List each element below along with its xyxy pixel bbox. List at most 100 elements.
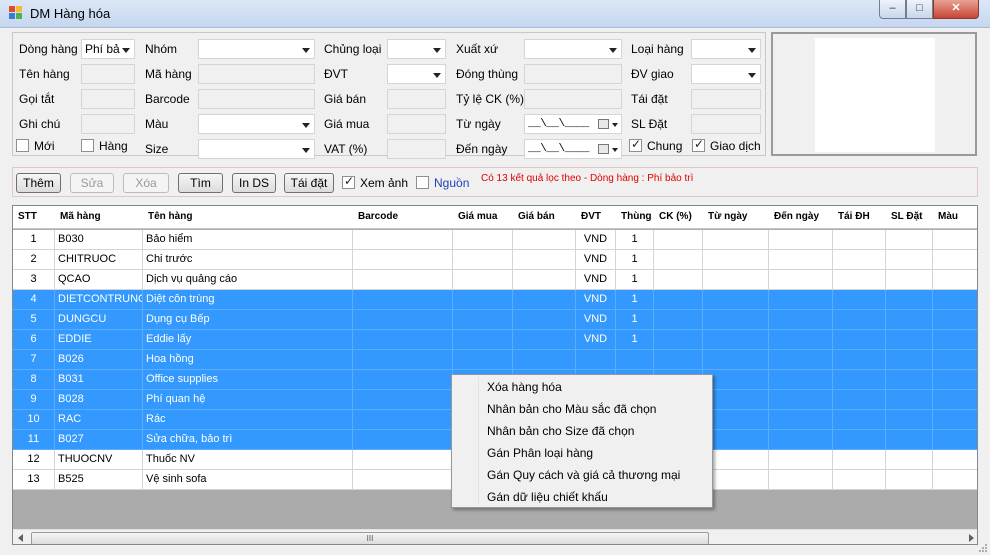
table-cell[interactable] [513, 270, 576, 290]
table-cell[interactable]: EDDIE [55, 330, 143, 350]
table-cell[interactable] [833, 330, 886, 350]
ten-hang-input[interactable] [81, 64, 135, 84]
table-cell[interactable] [769, 270, 833, 290]
table-cell[interactable] [453, 350, 513, 370]
table-cell[interactable] [886, 230, 933, 250]
table-cell[interactable] [769, 450, 833, 470]
table-cell[interactable]: B031 [55, 370, 143, 390]
table-cell[interactable] [833, 370, 886, 390]
table-cell[interactable]: VND [576, 270, 616, 290]
table-cell[interactable] [703, 270, 769, 290]
table-row[interactable]: 5 DUNGCU Dụng cụ Bếp VND 1 [13, 310, 977, 330]
add-button[interactable]: Thêm [16, 173, 61, 193]
table-cell[interactable] [654, 250, 703, 270]
table-cell[interactable]: Eddie lấy [143, 330, 353, 350]
table-cell[interactable] [833, 250, 886, 270]
table-cell[interactable] [769, 430, 833, 450]
table-cell[interactable] [833, 270, 886, 290]
mau-combo[interactable] [198, 114, 315, 134]
table-cell[interactable] [769, 470, 833, 490]
table-cell[interactable]: 3 [13, 270, 55, 290]
table-cell[interactable] [933, 390, 977, 410]
moi-checkbox[interactable] [16, 139, 29, 152]
table-cell[interactable] [886, 350, 933, 370]
table-cell[interactable] [353, 230, 453, 250]
table-cell[interactable] [933, 250, 977, 270]
table-cell[interactable]: Dịch vụ quảng cáo [143, 270, 353, 290]
table-cell[interactable]: Rác [143, 410, 353, 430]
table-cell[interactable] [769, 230, 833, 250]
table-cell[interactable] [654, 230, 703, 250]
size-combo[interactable] [198, 139, 315, 159]
table-cell[interactable]: Vệ sinh sofa [143, 470, 353, 490]
table-cell[interactable] [769, 290, 833, 310]
goi-tat-input[interactable] [81, 89, 135, 109]
edit-button[interactable]: Sửa [70, 173, 114, 193]
table-cell[interactable]: B026 [55, 350, 143, 370]
table-cell[interactable]: 5 [13, 310, 55, 330]
table-cell[interactable]: DUNGCU [55, 310, 143, 330]
chung-checkbox[interactable] [629, 137, 642, 152]
table-cell[interactable]: B028 [55, 390, 143, 410]
table-cell[interactable] [933, 330, 977, 350]
xem-anh-checkbox[interactable] [342, 174, 355, 189]
table-cell[interactable]: 1 [616, 310, 654, 330]
nguon-checkbox[interactable] [416, 176, 429, 189]
table-cell[interactable] [833, 410, 886, 430]
table-cell[interactable] [886, 270, 933, 290]
table-cell[interactable] [886, 450, 933, 470]
table-cell[interactable] [933, 430, 977, 450]
table-cell[interactable] [833, 450, 886, 470]
dong-hang-combo[interactable]: Phí bả [81, 39, 135, 59]
column-header[interactable]: Màu [933, 206, 977, 229]
table-cell[interactable] [703, 230, 769, 250]
menu-delete-item[interactable]: Xóa hàng hóa [455, 377, 709, 397]
table-cell[interactable]: Chi trước [143, 250, 353, 270]
table-cell[interactable]: Bảo hiểm [143, 230, 353, 250]
column-header[interactable]: ĐVT [576, 206, 616, 229]
dv-giao-combo[interactable] [691, 64, 761, 84]
table-cell[interactable] [576, 350, 616, 370]
column-header[interactable]: Giá mua [453, 206, 513, 229]
table-cell[interactable]: 1 [616, 330, 654, 350]
scroll-right-icon[interactable] [969, 534, 974, 542]
table-cell[interactable] [703, 310, 769, 330]
column-header[interactable]: Tái ĐH [833, 206, 886, 229]
table-cell[interactable] [353, 370, 453, 390]
table-cell[interactable] [654, 290, 703, 310]
table-cell[interactable] [833, 290, 886, 310]
table-cell[interactable]: Office supplies [143, 370, 353, 390]
table-cell[interactable]: DIETCONTRUNG [55, 290, 143, 310]
close-button[interactable]: ✕ [933, 0, 979, 19]
table-cell[interactable]: Sửa chữa, bảo trì [143, 430, 353, 450]
table-cell[interactable]: 12 [13, 450, 55, 470]
table-cell[interactable] [654, 270, 703, 290]
table-cell[interactable]: B030 [55, 230, 143, 250]
search-button[interactable]: Tìm [178, 173, 223, 193]
table-cell[interactable] [703, 350, 769, 370]
table-row[interactable]: 6 EDDIE Eddie lấy VND 1 [13, 330, 977, 350]
table-cell[interactable] [833, 390, 886, 410]
table-cell[interactable] [353, 310, 453, 330]
table-cell[interactable] [933, 290, 977, 310]
loai-hang-combo[interactable] [691, 39, 761, 59]
table-cell[interactable]: 9 [13, 390, 55, 410]
table-cell[interactable] [513, 330, 576, 350]
table-cell[interactable] [933, 410, 977, 430]
scroll-left-icon[interactable] [18, 534, 23, 542]
table-cell[interactable] [886, 330, 933, 350]
table-cell[interactable] [769, 390, 833, 410]
table-cell[interactable] [353, 270, 453, 290]
table-cell[interactable] [703, 290, 769, 310]
menu-assign-spec-price[interactable]: Gán Quy cách và giá cả thương mại [455, 465, 709, 485]
table-cell[interactable]: 1 [13, 230, 55, 250]
resize-grip-icon[interactable] [978, 543, 988, 553]
table-cell[interactable] [933, 450, 977, 470]
menu-assign-discount[interactable]: Gán dữ liệu chiết khấu [455, 487, 709, 507]
table-cell[interactable]: B525 [55, 470, 143, 490]
vat-input[interactable] [387, 139, 446, 159]
chung-loai-combo[interactable] [387, 39, 446, 59]
table-cell[interactable]: 1 [616, 250, 654, 270]
gia-ban-input[interactable] [387, 89, 446, 109]
column-header[interactable]: Đến ngày [769, 206, 833, 229]
